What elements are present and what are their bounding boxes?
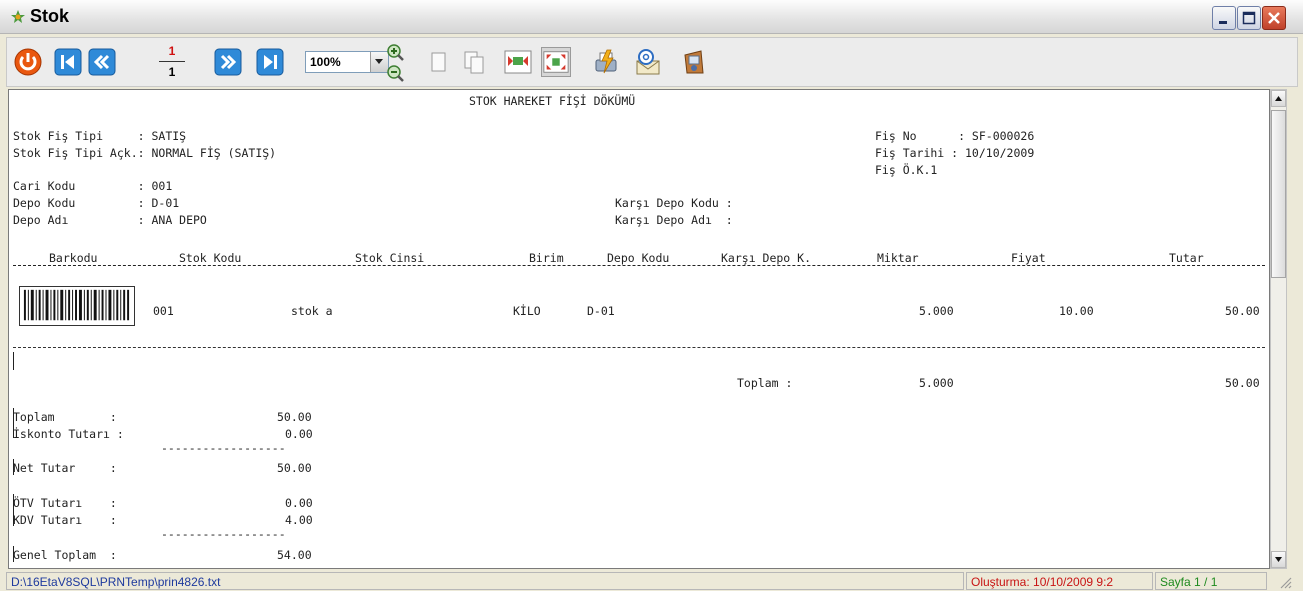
- save-button[interactable]: [679, 47, 709, 77]
- summary-separator-1: ------------------: [161, 441, 286, 455]
- karsi-depo-adi: Karşı Depo Adı :: [615, 213, 733, 227]
- summary-left-border-2: [13, 459, 14, 475]
- row-birim: KİLO: [513, 304, 541, 318]
- header-cari-kodu: Cari Kodu : 001: [13, 179, 173, 193]
- report-title: STOK HAREKET FİŞİ DÖKÜMÜ: [469, 94, 636, 108]
- col-tutar: Tutar: [1169, 251, 1204, 265]
- summary-separator-2: ------------------: [161, 527, 286, 541]
- zoom-out-button[interactable]: [385, 63, 405, 83]
- header-fis-tipi-aciklama: Stok Fiş Tipi Açk.: NORMAL FİŞ (SATIŞ): [13, 146, 277, 160]
- minimize-icon: [1219, 21, 1227, 24]
- summary-label-net: Net Tutar :: [13, 461, 117, 475]
- zoom-value: 100%: [310, 55, 341, 69]
- karsi-depo-kodu: Karşı Depo Kodu :: [615, 196, 733, 210]
- status-created: Oluşturma: 10/10/2009 9:2: [966, 572, 1153, 590]
- summary-label-otv: ÖTV Tutarı :: [13, 496, 117, 510]
- status-page: Sayfa 1 / 1: [1155, 572, 1267, 590]
- fit-width-button[interactable]: [541, 47, 571, 77]
- arrow-down-icon: [1275, 557, 1282, 562]
- summary-value-iskonto: 0.00: [285, 427, 313, 441]
- single-page-button[interactable]: [423, 47, 453, 77]
- col-stok-kodu: Stok Kodu: [179, 251, 242, 265]
- row-fiyat: 10.00: [1059, 304, 1094, 318]
- header-fis-tipi: Stok Fiş Tipi : SATIŞ: [13, 129, 187, 143]
- report-preview: STOK HAREKET FİŞİ DÖKÜMÜ Stok Fiş Tipi :…: [8, 89, 1270, 569]
- summary-label-iskonto: İskonto Tutarı :: [13, 427, 124, 441]
- header-depo-adi: Depo Adı : ANA DEPO: [13, 213, 207, 227]
- scroll-up-button[interactable]: [1271, 90, 1286, 107]
- arrow-up-icon: [1275, 96, 1282, 101]
- col-miktar: Miktar: [877, 251, 919, 265]
- vertical-scrollbar[interactable]: [1270, 89, 1287, 569]
- zoom-select[interactable]: 100%: [305, 51, 389, 73]
- col-karsi-depo: Karşı Depo K.: [721, 251, 812, 265]
- col-fiyat: Fiyat: [1011, 251, 1046, 265]
- scroll-down-button[interactable]: [1271, 551, 1286, 568]
- title-bar: Stok: [0, 0, 1303, 34]
- app-icon: [11, 10, 25, 23]
- multi-page-button[interactable]: [459, 47, 489, 77]
- summary-left-border-3: [13, 494, 14, 526]
- row-miktar: 5.000: [919, 304, 954, 318]
- minimize-button[interactable]: [1212, 6, 1236, 30]
- close-icon: [1268, 12, 1280, 24]
- maximize-icon: [1242, 11, 1256, 25]
- exit-button[interactable]: [13, 47, 43, 77]
- zoom-in-button[interactable]: [385, 42, 405, 62]
- scroll-thumb[interactable]: [1271, 110, 1286, 278]
- summary-value-genel: 54.00: [277, 548, 312, 562]
- current-page: 1: [168, 44, 176, 58]
- print-button[interactable]: [591, 47, 621, 77]
- last-page-button[interactable]: [255, 47, 285, 77]
- fit-page-button[interactable]: [503, 47, 533, 77]
- window-title: Stok: [30, 6, 70, 26]
- status-file-path: D:\16EtaV8SQL\PRNTemp\prin4826.txt: [6, 572, 964, 590]
- first-page-button[interactable]: [53, 47, 83, 77]
- summary-value-toplam: 50.00: [277, 410, 312, 424]
- summary-label-genel: Genel Toplam :: [13, 548, 117, 562]
- toplam-tutar: 50.00: [1225, 376, 1260, 390]
- row-left-border: [13, 352, 14, 370]
- summary-left-border-1: [13, 408, 14, 438]
- row-stok-kodu: 001: [153, 304, 174, 318]
- toplam-miktar: 5.000: [919, 376, 954, 390]
- header-depo-kodu: Depo Kodu : D-01: [13, 196, 180, 210]
- barcode-image: [19, 286, 135, 326]
- col-depo-kodu: Depo Kodu: [607, 251, 670, 265]
- prev-page-button[interactable]: [87, 47, 117, 77]
- next-page-button[interactable]: [213, 47, 243, 77]
- close-button[interactable]: [1262, 6, 1286, 30]
- summary-label-toplam: Toplam :: [13, 410, 117, 424]
- row-stok-cinsi: stok a: [291, 304, 333, 318]
- col-birim: Birim: [529, 251, 564, 265]
- row-tutar: 50.00: [1225, 304, 1260, 318]
- row-depo-kodu: D-01: [587, 304, 615, 318]
- header-fis-ok: Fiş Ö.K.1: [875, 163, 938, 177]
- header-fis-no: Fiş No : SF-000026: [875, 129, 1035, 143]
- col-stok-cinsi: Stok Cinsi: [355, 251, 425, 265]
- row-separator: [13, 347, 1265, 348]
- summary-label-kdv: KDV Tutarı :: [13, 513, 117, 527]
- summary-value-net: 50.00: [277, 461, 312, 475]
- col-barkodu: Barkodu: [49, 251, 98, 265]
- toplam-label: Toplam :: [737, 376, 793, 390]
- resize-grip-icon[interactable]: [1278, 575, 1292, 589]
- total-pages: 1: [168, 65, 176, 79]
- email-button[interactable]: [633, 47, 663, 77]
- toolbar: 1 1 100%: [6, 37, 1298, 87]
- page-indicator: 1 1: [157, 42, 187, 84]
- status-bar: D:\16EtaV8SQL\PRNTemp\prin4826.txt Oluşt…: [6, 571, 1296, 591]
- summary-value-kdv: 4.00: [285, 513, 313, 527]
- maximize-button[interactable]: [1237, 6, 1261, 30]
- summary-value-otv: 0.00: [285, 496, 313, 510]
- summary-left-border-4: [13, 546, 14, 562]
- column-underline: [13, 265, 1265, 266]
- header-fis-tarihi: Fiş Tarihi : 10/10/2009: [875, 146, 1035, 160]
